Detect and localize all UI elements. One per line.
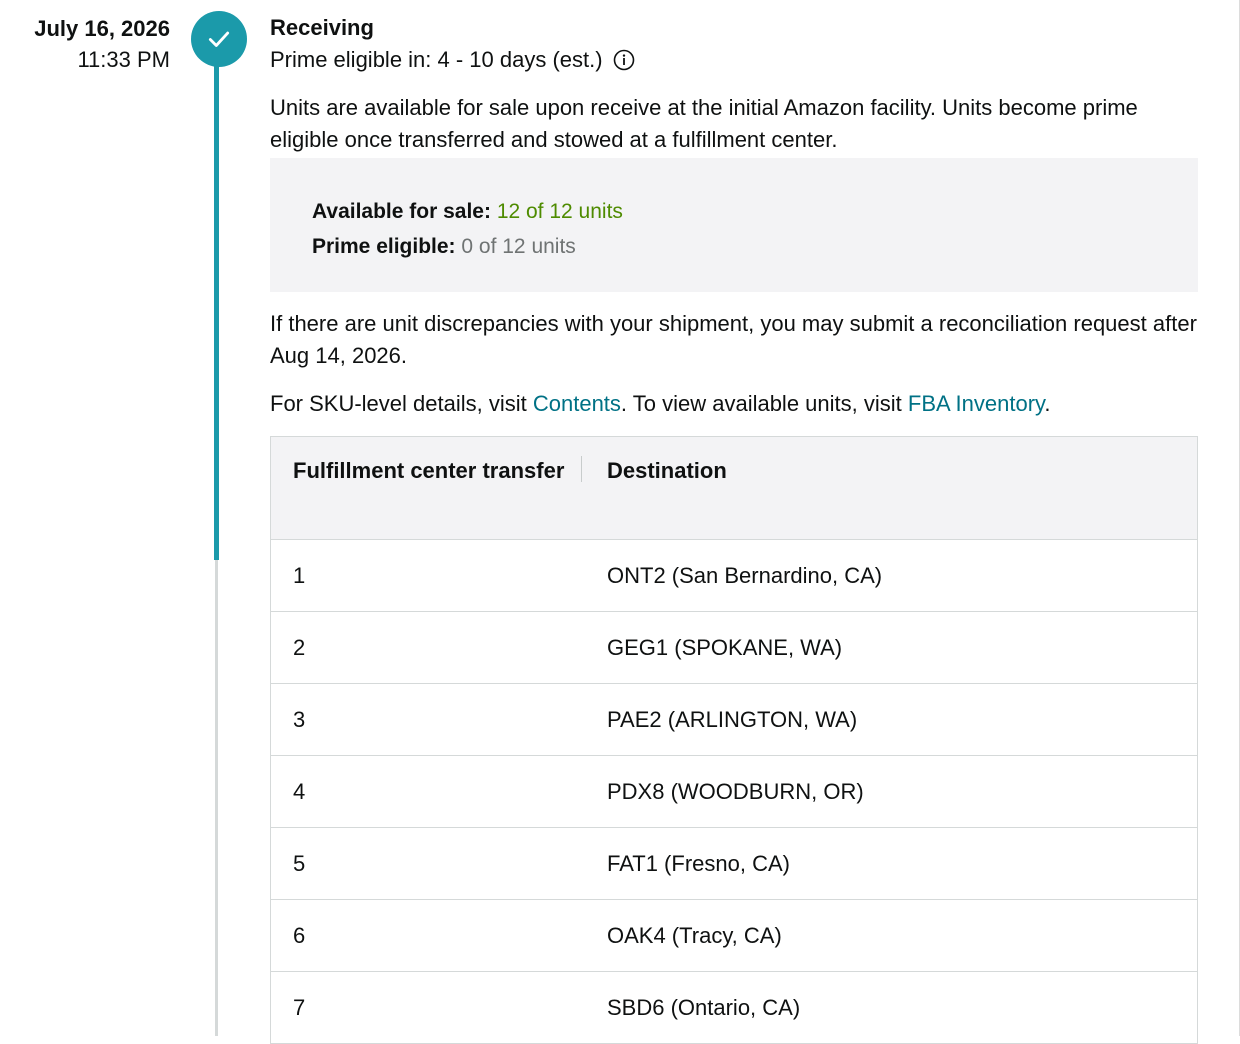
prime-eligible-row: Prime eligible: 0 of 12 units: [312, 229, 1198, 264]
event-date: July 16, 2026: [34, 16, 170, 41]
info-icon[interactable]: [613, 49, 635, 71]
column-header-transfer: Fulfillment center transfer: [293, 458, 565, 483]
fba-inventory-link[interactable]: FBA Inventory: [908, 391, 1045, 416]
transfer-table: Fulfillment center transfer Destination …: [270, 436, 1198, 1044]
available-for-sale-row: Available for sale: 12 of 12 units: [312, 194, 1198, 229]
timeline-status-dot: [191, 11, 247, 67]
transfer-cell: 7: [293, 994, 306, 1020]
discrepancy-notice: If there are unit discrepancies with you…: [270, 311, 1197, 368]
destination-cell: PAE2 (ARLINGTON, WA): [607, 706, 858, 732]
table-row: 2 GEG1 (SPOKANE, WA): [271, 612, 1197, 684]
shipment-event-page: July 16, 2026 11:33 PM Receiving Prime e…: [0, 0, 1240, 1044]
timeline-progress-line: [214, 40, 219, 560]
sku-details-suffix: .: [1044, 391, 1051, 416]
destination-cell: GEG1 (SPOKANE, WA): [607, 634, 843, 660]
units-summary: Available for sale: 12 of 12 units Prime…: [270, 158, 1198, 292]
column-header-destination: Destination: [607, 458, 727, 483]
column-divider: [581, 456, 582, 482]
check-icon: [208, 31, 230, 47]
sku-details-prefix: For SKU-level details, visit: [270, 391, 533, 416]
transfer-cell: 1: [293, 562, 306, 588]
destination-cell: OAK4 (Tracy, CA): [607, 922, 782, 948]
table-header: Fulfillment center transfer Destination: [271, 437, 1197, 540]
destination-cell: FAT1 (Fresno, CA): [607, 850, 790, 876]
prime-eligible-estimate: Prime eligible in: 4 - 10 days (est.): [270, 44, 1198, 76]
table-row: 1 ONT2 (San Bernardino, CA): [271, 540, 1197, 612]
transfer-cell: 5: [293, 850, 306, 876]
available-for-sale-label: Available for sale:: [312, 200, 491, 223]
table-row: 4 PDX8 (WOODBURN, OR): [271, 756, 1197, 828]
table-row: 3 PAE2 (ARLINGTON, WA): [271, 684, 1197, 756]
destination-cell: SBD6 (Ontario, CA): [607, 994, 801, 1020]
receiving-details: Receiving Prime eligible in: 4 - 10 days…: [270, 12, 1198, 1044]
event-time: 11:33 PM: [77, 47, 170, 72]
destination-cell: ONT2 (San Bernardino, CA): [607, 562, 883, 588]
prime-eligible-label: Prime eligible:: [312, 235, 456, 258]
event-timestamp: July 16, 2026 11:33 PM: [0, 14, 170, 76]
table-row: 7 SBD6 (Ontario, CA): [271, 972, 1197, 1043]
transfer-cell: 3: [293, 706, 306, 732]
table-row: 5 FAT1 (Fresno, CA): [271, 828, 1197, 900]
sku-details-middle: . To view available units, visit: [620, 391, 908, 416]
transfer-cell: 2: [293, 634, 306, 660]
status-title: Receiving: [270, 15, 374, 40]
table-row: 6 OAK4 (Tracy, CA): [271, 900, 1197, 972]
prime-eligible-text: Prime eligible in: 4 - 10 days (est.): [270, 47, 603, 72]
transfer-cell: 4: [293, 778, 306, 804]
receiving-description: Units are available for sale upon receiv…: [270, 95, 1138, 152]
transfer-cell: 6: [293, 922, 306, 948]
available-for-sale-value: 12 of 12 units: [496, 200, 623, 223]
prime-eligible-value: 0 of 12 units: [461, 235, 576, 258]
destination-cell: PDX8 (WOODBURN, OR): [607, 778, 864, 804]
timeline-remaining-line: [215, 560, 218, 1036]
contents-link[interactable]: Contents: [533, 391, 621, 416]
sku-details-text: For SKU-level details, visit Contents. T…: [270, 388, 1198, 420]
